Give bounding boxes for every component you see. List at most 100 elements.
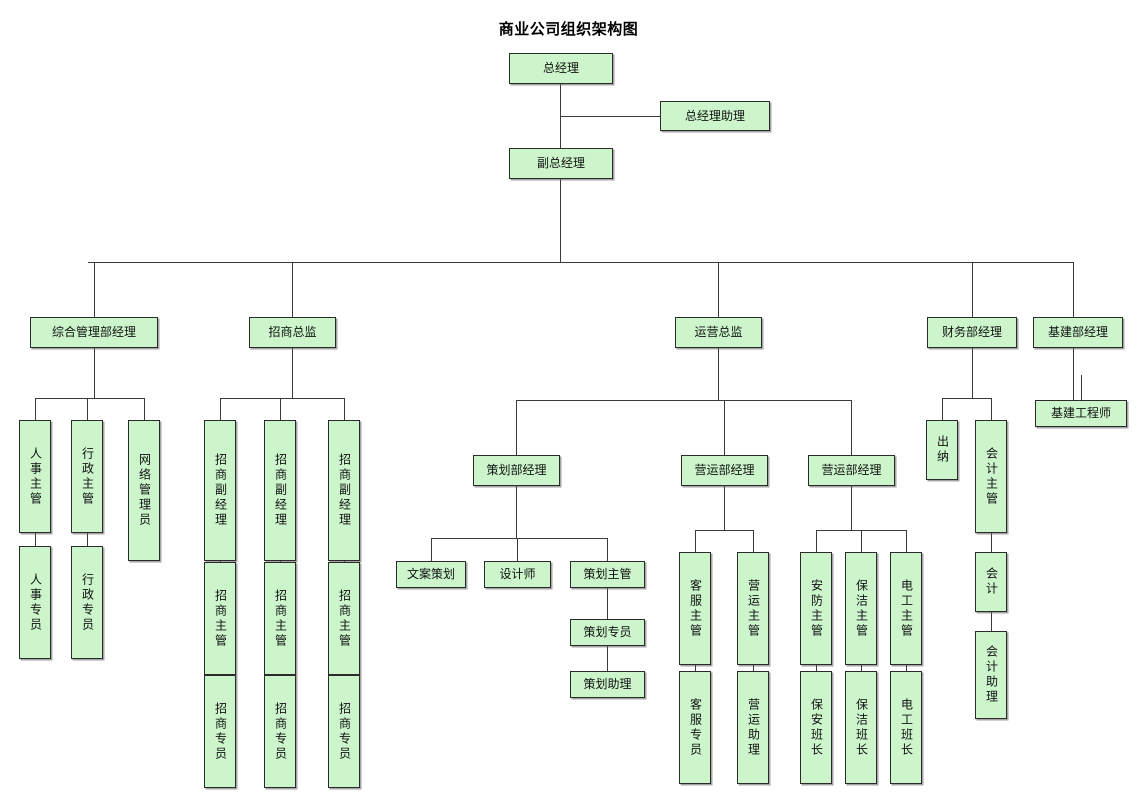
org-node-inv-sup-1[interactable]: 招商主管 bbox=[204, 562, 236, 675]
connector-ops-bus bbox=[516, 400, 852, 401]
org-node-oper-super[interactable]: 营运主管 bbox=[737, 552, 769, 665]
org-node-label: 保安班长 bbox=[809, 697, 824, 758]
org-node-label: 总经理助理 bbox=[684, 108, 745, 123]
org-node-label: 出纳 bbox=[935, 435, 950, 465]
connector-ops-dir-drop bbox=[718, 262, 719, 317]
org-node-label: 人事专员 bbox=[28, 572, 43, 633]
org-node-copywriter[interactable]: 文案策划 bbox=[396, 561, 466, 588]
org-node-acct-super[interactable]: 会计主管 bbox=[975, 420, 1007, 533]
org-node-label: 招商主管 bbox=[337, 588, 352, 649]
org-node-label: 策划部经理 bbox=[486, 463, 547, 477]
org-node-label: 设计师 bbox=[499, 567, 536, 581]
org-node-label: 人事主管 bbox=[28, 446, 43, 507]
org-node-elec-super[interactable]: 电工主管 bbox=[890, 552, 922, 665]
org-node-clean-super[interactable]: 保洁主管 bbox=[845, 552, 877, 665]
org-node-label: 策划助理 bbox=[583, 677, 632, 691]
org-node-gm[interactable]: 总经理 bbox=[509, 53, 613, 84]
org-node-inv-spec-3[interactable]: 招商专员 bbox=[328, 675, 360, 788]
connector-invest-dir-stem bbox=[292, 348, 293, 398]
org-node-label: 保洁主管 bbox=[854, 578, 869, 639]
org-node-label: 招商副经理 bbox=[337, 453, 352, 528]
org-node-label: 招商主管 bbox=[213, 588, 228, 649]
connector-admin-mgr-stem bbox=[94, 348, 95, 398]
org-node-admin-spec[interactable]: 行政专员 bbox=[71, 546, 103, 659]
connector-oper1-drop bbox=[724, 400, 725, 455]
connector-constr-mgr-drop bbox=[1073, 262, 1074, 317]
connector-design-drop bbox=[517, 538, 518, 561]
org-node-label: 会计 bbox=[984, 567, 999, 597]
org-node-acct-assist[interactable]: 会计助理 bbox=[975, 631, 1007, 719]
org-node-oper-mgr-1[interactable]: 营运部经理 bbox=[681, 455, 768, 486]
org-node-oper-mgr-2[interactable]: 营运部经理 bbox=[808, 455, 895, 486]
org-node-label: 电工主管 bbox=[899, 578, 914, 639]
org-node-inv-spec-1[interactable]: 招商专员 bbox=[204, 675, 236, 788]
org-node-label: 基建部经理 bbox=[1047, 325, 1108, 339]
org-node-gm-assistant[interactable]: 总经理助理 bbox=[660, 101, 770, 131]
org-node-net-admin[interactable]: 网络管理员 bbox=[128, 420, 160, 561]
org-node-label: 副总经理 bbox=[536, 156, 585, 170]
org-node-label: 电工班长 bbox=[899, 697, 914, 758]
org-node-cs-super[interactable]: 客服主管 bbox=[679, 552, 711, 665]
org-node-cashier[interactable]: 出纳 bbox=[926, 420, 958, 480]
org-node-label: 营运部经理 bbox=[821, 463, 882, 477]
org-node-plan-super[interactable]: 策划主管 bbox=[570, 561, 645, 588]
org-node-cs-spec[interactable]: 客服专员 bbox=[679, 671, 711, 784]
connector-gm-assistant-branch bbox=[560, 116, 660, 117]
connector-plan-mgr-drop bbox=[516, 400, 517, 455]
org-node-deputy-gm[interactable]: 副总经理 bbox=[509, 148, 613, 179]
connector-cs-drop bbox=[695, 530, 696, 552]
org-node-ops-dir[interactable]: 运营总监 bbox=[675, 317, 762, 348]
org-node-finance-mgr[interactable]: 财务部经理 bbox=[927, 317, 1017, 348]
org-node-inv-dep-3[interactable]: 招商副经理 bbox=[328, 420, 360, 561]
org-node-label: 保洁班长 bbox=[854, 697, 869, 758]
org-node-constr-mgr[interactable]: 基建部经理 bbox=[1033, 317, 1123, 348]
connector-deputy-down-to-bus bbox=[560, 179, 561, 262]
org-node-elec-lead[interactable]: 电工班长 bbox=[890, 671, 922, 784]
connector-constr-eng-drop bbox=[1081, 375, 1082, 400]
org-node-admin-super[interactable]: 行政主管 bbox=[71, 420, 103, 533]
org-node-inv-dep-2[interactable]: 招商副经理 bbox=[264, 420, 296, 561]
org-node-label: 财务部经理 bbox=[941, 325, 1002, 339]
connector-admin-link bbox=[87, 533, 88, 546]
org-node-plan-spec[interactable]: 策划专员 bbox=[570, 619, 645, 646]
connector-inv2-drop bbox=[280, 398, 281, 420]
org-node-label: 招商专员 bbox=[337, 701, 352, 762]
connector-hr-link bbox=[35, 533, 36, 546]
org-node-hr-super[interactable]: 人事主管 bbox=[19, 420, 51, 533]
connector-plan-mgr-stem bbox=[516, 486, 517, 538]
org-node-inv-sup-2[interactable]: 招商主管 bbox=[264, 562, 296, 675]
connector-inv3-drop bbox=[344, 398, 345, 420]
connector-oper2-drop bbox=[851, 400, 852, 455]
connector-oper2-stem bbox=[851, 486, 852, 530]
org-node-label: 招商总监 bbox=[268, 325, 317, 339]
org-node-plan-assist[interactable]: 策划助理 bbox=[570, 671, 645, 698]
org-node-inv-sup-3[interactable]: 招商主管 bbox=[328, 562, 360, 675]
org-node-label: 会计主管 bbox=[984, 446, 999, 507]
connector-admin-mgr-drop bbox=[94, 262, 95, 317]
connector-plan-link1 bbox=[607, 588, 608, 619]
org-node-inv-dep-1[interactable]: 招商副经理 bbox=[204, 420, 236, 561]
org-node-sec-super[interactable]: 安防主管 bbox=[800, 552, 832, 665]
org-node-label: 客服主管 bbox=[688, 578, 703, 639]
org-node-inv-spec-2[interactable]: 招商专员 bbox=[264, 675, 296, 788]
org-node-admin-mgr[interactable]: 综合管理部经理 bbox=[30, 317, 158, 348]
connector-invest-dir-drop bbox=[292, 262, 293, 317]
org-node-designer[interactable]: 设计师 bbox=[484, 561, 551, 588]
org-node-invest-dir[interactable]: 招商总监 bbox=[249, 317, 336, 348]
org-node-sec-lead[interactable]: 保安班长 bbox=[800, 671, 832, 784]
org-node-label: 招商副经理 bbox=[213, 453, 228, 528]
org-node-oper-assist[interactable]: 营运助理 bbox=[737, 671, 769, 784]
connector-acctsup-drop bbox=[991, 398, 992, 420]
org-node-accountant[interactable]: 会计 bbox=[975, 552, 1007, 612]
org-node-label: 营运助理 bbox=[746, 697, 761, 758]
org-node-constr-eng[interactable]: 基建工程师 bbox=[1035, 400, 1127, 427]
org-node-label: 行政主管 bbox=[80, 446, 95, 507]
connector-finance-mgr-drop bbox=[972, 262, 973, 317]
org-node-hr-spec[interactable]: 人事专员 bbox=[19, 546, 51, 659]
connector-admin-super-drop bbox=[87, 398, 88, 420]
org-node-label: 策划专员 bbox=[583, 625, 632, 639]
org-node-label: 招商副经理 bbox=[273, 453, 288, 528]
org-node-label: 行政专员 bbox=[80, 572, 95, 633]
org-node-plan-mgr[interactable]: 策划部经理 bbox=[473, 455, 560, 486]
org-node-clean-lead[interactable]: 保洁班长 bbox=[845, 671, 877, 784]
